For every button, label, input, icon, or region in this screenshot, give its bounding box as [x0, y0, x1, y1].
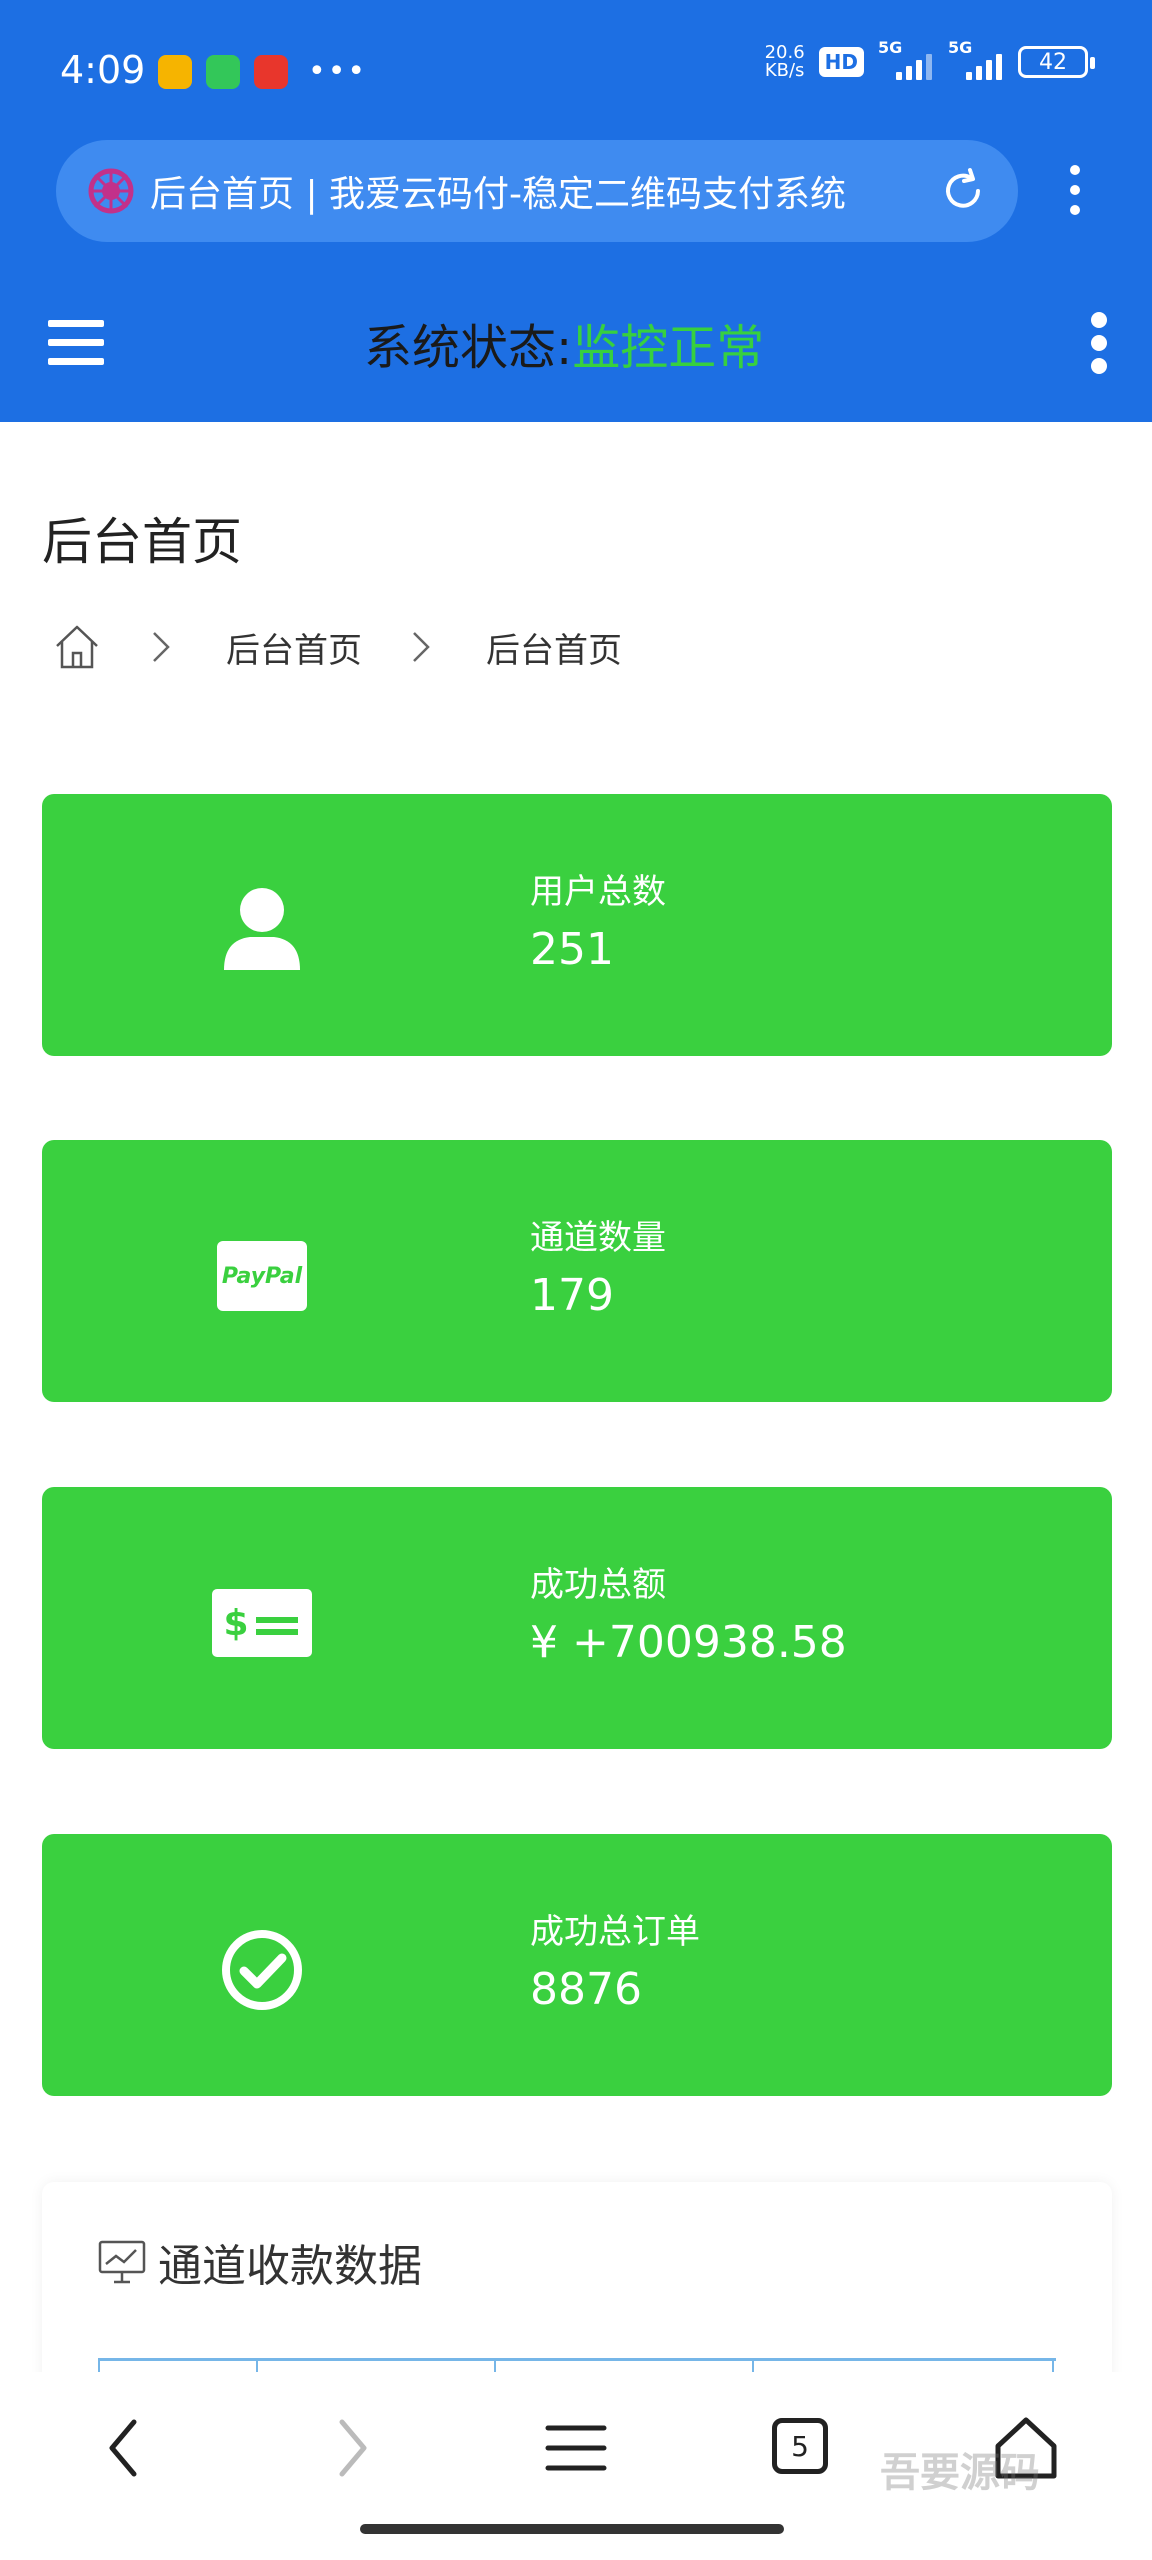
reload-icon[interactable] — [938, 166, 988, 216]
home-icon[interactable] — [52, 622, 102, 672]
battery-icon: 42 — [1018, 46, 1095, 78]
stat-card-channels[interactable]: PayPal 通道数量 179 — [42, 1140, 1112, 1402]
panel-title-text: 通道收款数据 — [158, 2241, 422, 2292]
system-status: 系统状态:监控正常 — [364, 308, 764, 378]
signal-sim1-icon: 5G — [878, 38, 934, 80]
address-bar[interactable]: 后台首页 | 我爱云码付-稳定二维码支付系统 — [56, 140, 1018, 242]
signal-sim2-icon: 5G — [948, 38, 1004, 80]
check-circle-icon — [222, 1930, 302, 2010]
stat-label: 用户总数 — [530, 872, 666, 912]
paypal-icon: PayPal — [217, 1241, 307, 1311]
stat-label: 成功总额 — [530, 1565, 666, 1605]
breadcrumb-item[interactable]: 后台首页 — [226, 623, 362, 672]
news-app-icon — [254, 54, 288, 89]
browser-menu-icon[interactable] — [1060, 160, 1090, 220]
svg-text:$: $ — [223, 1603, 248, 1644]
hamburger-menu-icon[interactable] — [48, 318, 104, 368]
status-bar: 4:09 ••• 20.6 KB/s HD 5G 5G 42 — [0, 0, 1152, 140]
notification-icons: ••• — [158, 54, 367, 89]
site-favicon-icon — [88, 168, 134, 214]
wechat-app-icon — [206, 54, 240, 89]
page-title-in-address-bar: 后台首页 | 我爱云码付-稳定二维码支付系统 — [150, 174, 847, 215]
tabs-button[interactable]: 5 — [772, 2418, 828, 2474]
panel-title: 通道收款数据 — [98, 2230, 422, 2294]
status-time: 4:09 — [60, 48, 146, 92]
stat-value: 179 — [530, 1270, 614, 1321]
money-icon: $ — [212, 1589, 312, 1657]
system-status-value: 监控正常 — [572, 320, 765, 376]
stat-label: 通道数量 — [530, 1218, 666, 1258]
status-indicators: 20.6 KB/s HD 5G 5G 42 — [764, 38, 1095, 81]
back-icon[interactable] — [86, 2408, 166, 2488]
stat-card-users[interactable]: 用户总数 251 — [42, 794, 1112, 1056]
hd-voice-icon: HD — [818, 47, 864, 77]
system-status-label: 系统状态: — [364, 320, 573, 376]
chevron-right-icon — [413, 632, 430, 662]
stat-card-amount[interactable]: $ 成功总额 ¥ +700938.58 — [42, 1487, 1112, 1749]
mail-app-icon — [158, 54, 192, 89]
top-bar: 4:09 ••• 20.6 KB/s HD 5G 5G 42 后台首页 | 我爱… — [0, 0, 1152, 422]
breadcrumb: 后台首页 后台首页 — [52, 622, 622, 672]
stat-value: 251 — [530, 924, 614, 975]
network-speed: 20.6 KB/s — [764, 42, 805, 81]
monitor-chart-icon — [98, 2240, 146, 2284]
more-options-icon[interactable] — [1084, 310, 1114, 376]
menu-icon[interactable] — [536, 2408, 616, 2488]
chevron-right-icon — [153, 632, 170, 662]
stat-card-orders[interactable]: 成功总订单 8876 — [42, 1834, 1112, 2096]
stat-label: 成功总订单 — [530, 1912, 700, 1952]
main-content: 后台首页 后台首页 后台首页 用户总数 251 PayPal 通道数量 179 — [0, 422, 1152, 2442]
stat-value: ¥ +700938.58 — [530, 1617, 847, 1668]
stat-value: 8876 — [530, 1964, 642, 2015]
home-indicator[interactable] — [360, 2524, 784, 2534]
user-icon — [224, 888, 300, 970]
forward-icon[interactable] — [310, 2408, 390, 2488]
breadcrumb-item-current: 后台首页 — [486, 630, 622, 671]
more-notifications-icon: ••• — [308, 54, 368, 89]
page-title: 后台首页 — [42, 513, 242, 571]
svg-text:PayPal: PayPal — [222, 1264, 303, 1289]
watermark: 吾要源码 — [880, 2449, 1040, 2496]
